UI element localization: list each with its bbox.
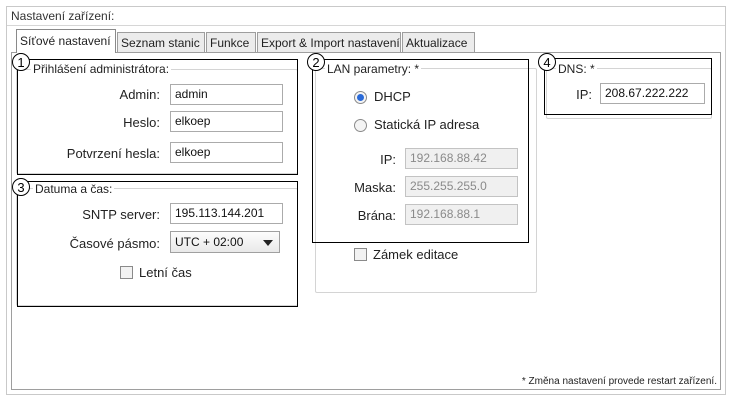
tab-update[interactable]: Aktualizace — [402, 32, 475, 52]
edit-lock-label: Zámek editace — [373, 247, 459, 262]
tab-station-list[interactable]: Seznam stanic — [117, 32, 205, 52]
tab-export-import[interactable]: Export & Import nastavení — [257, 32, 401, 52]
callout-number-4: 4 — [538, 53, 556, 71]
panel-title-divider — [7, 25, 725, 26]
callout-frame-1 — [17, 59, 298, 175]
tab-network-settings[interactable]: Síťové nastavení — [16, 29, 116, 53]
tab-functions[interactable]: Funkce — [206, 32, 256, 52]
callout-frame-2 — [312, 59, 529, 243]
callout-frame-3 — [17, 181, 298, 307]
callout-number-2: 2 — [307, 53, 325, 71]
restart-note: * Změna nastavení provede restart zaříze… — [521, 376, 717, 387]
panel-title: Nastavení zařízení: — [11, 9, 115, 23]
edit-lock-checkbox[interactable] — [354, 248, 367, 261]
callout-frame-4 — [544, 58, 712, 115]
callout-number-1: 1 — [12, 53, 30, 71]
callout-number-3: 3 — [12, 178, 30, 196]
